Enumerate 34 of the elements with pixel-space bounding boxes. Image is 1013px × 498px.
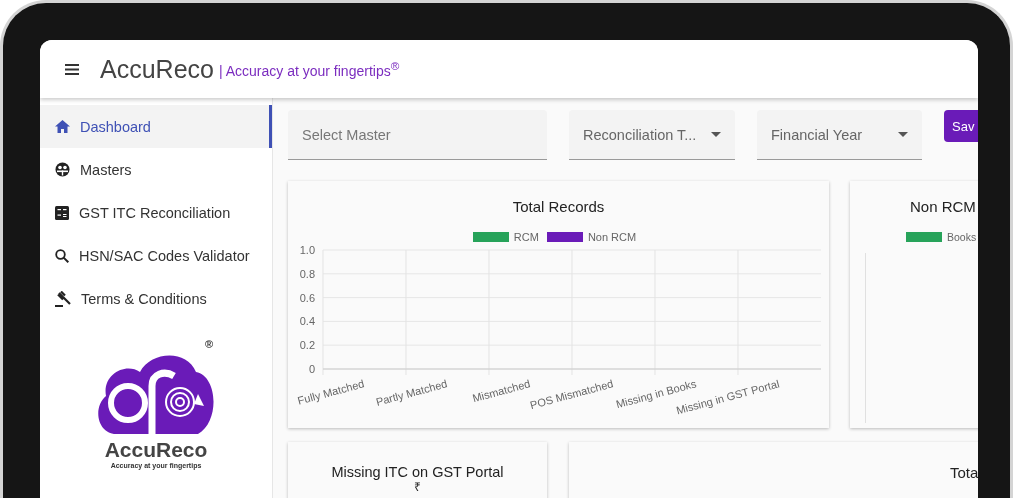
axis-tick-label: 1.0	[299, 244, 315, 256]
gavel-icon	[55, 290, 71, 307]
axis-tick-label: 0.8	[299, 267, 315, 280]
home-icon	[55, 120, 70, 133]
legend-label: Non RCM	[587, 231, 637, 243]
axis-tick-label: 0.6	[299, 291, 315, 304]
chart-title: Total Records	[512, 198, 605, 215]
save-button[interactable]: Sav	[944, 110, 978, 142]
card-title: Missing ITC on GST Portal	[331, 464, 504, 480]
menu-icon[interactable]	[65, 63, 79, 75]
card-title: Tota	[950, 464, 978, 481]
logo-name: AccuReco	[104, 438, 208, 462]
search-icon	[55, 248, 69, 263]
nav-item[interactable]: Dashboard	[40, 105, 272, 148]
brand-name: AccuReco	[100, 54, 214, 84]
axis-tick-label: 0	[308, 363, 315, 375]
axis-tick-label: 0.2	[299, 339, 315, 352]
calculator-icon	[55, 205, 69, 220]
financial-year-dropdown[interactable]: Financial Year	[757, 110, 922, 160]
legend-label: RCM	[513, 231, 539, 243]
select-master-field[interactable]: Select Master	[288, 110, 547, 160]
nav-item[interactable]: HSN/SAC Codes Validator	[40, 234, 272, 277]
caret-icon	[711, 132, 721, 137]
chart-title: Non RCM	[910, 198, 977, 215]
brand-tagline: | Accuracy at your fingertips$^{®}$	[218, 59, 400, 79]
axis-tick-label: 0.4	[299, 315, 315, 328]
nav-item[interactable]: GST ITC Reconciliation	[40, 191, 272, 234]
legend-label: Books	[947, 231, 977, 243]
caret-icon	[898, 132, 908, 137]
registered-mark: ®	[205, 338, 214, 350]
nav-item[interactable]: Terms & Conditions	[40, 277, 272, 320]
card-value: ₹	[414, 480, 421, 494]
reconciliation-type-dropdown[interactable]: Reconciliation T...	[569, 110, 735, 160]
nav-item[interactable]: Masters	[40, 148, 272, 191]
